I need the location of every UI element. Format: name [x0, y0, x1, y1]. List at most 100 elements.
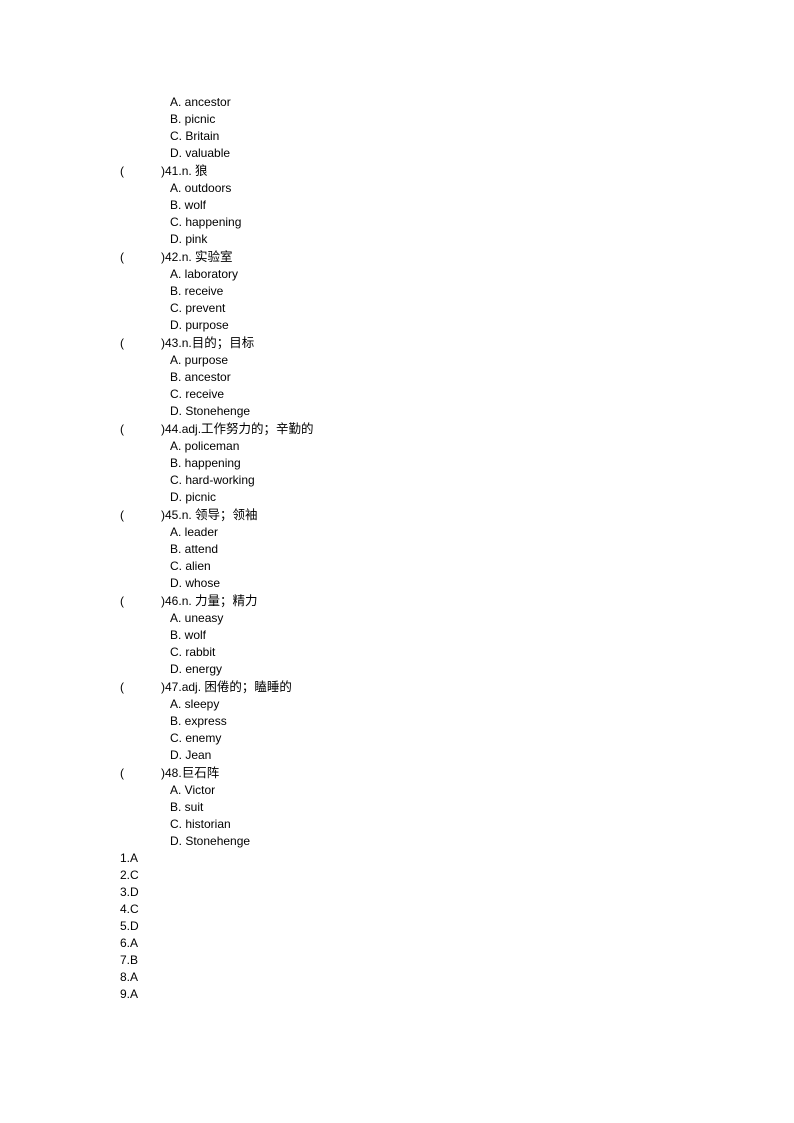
- prompt-chinese: 工作努力的；辛勤的: [201, 421, 314, 436]
- option-item[interactable]: B. ancestor: [0, 369, 794, 386]
- answer-key-item: 2.C: [120, 868, 139, 882]
- answer-blank[interactable]: (: [120, 765, 161, 782]
- part-of-speech: n.: [181, 594, 196, 608]
- option-item[interactable]: A. sleepy: [0, 696, 794, 713]
- question-block: ()41.n. 狼 A. outdoors B. wolf C. happening D…: [0, 162, 794, 248]
- answer-blank[interactable]: (: [120, 421, 161, 438]
- question-block: ()45.n. 领导；领袖 A. leader B. attend C. alien D…: [0, 506, 794, 592]
- prompt-chinese: 目的；目标: [191, 335, 255, 350]
- prompt-chinese: 力量；精力: [195, 593, 258, 608]
- answer-blank[interactable]: (: [120, 679, 161, 696]
- answer-key-item: 6.A: [120, 936, 139, 950]
- option-item[interactable]: B. receive: [0, 283, 794, 300]
- option-item[interactable]: A. outdoors: [0, 180, 794, 197]
- option-item[interactable]: C. hard-working: [0, 472, 794, 489]
- option-item[interactable]: D. valuable: [0, 145, 794, 162]
- answer-key-item: 8.A: [120, 970, 139, 984]
- option-item[interactable]: B. suit: [0, 799, 794, 816]
- prompt-chinese: 巨石阵: [181, 765, 220, 780]
- option-item[interactable]: D. pink: [0, 231, 794, 248]
- question-stem[interactable]: ()41.n. 狼: [0, 162, 794, 180]
- answer-key-item: 9.A: [120, 987, 139, 1001]
- answer-key-item: 7.B: [120, 953, 139, 967]
- option-item[interactable]: B. picnic: [0, 111, 794, 128]
- question-block: ()42.n. 实验室 A. laboratory B. receive C. pre…: [0, 248, 794, 334]
- question-stem[interactable]: ()44.adj.工作努力的；辛勤的: [0, 420, 794, 438]
- option-item[interactable]: A. laboratory: [0, 266, 794, 283]
- question-list: ()41.n. 狼 A. outdoors B. wolf C. happening D…: [0, 162, 794, 850]
- prompt-chinese: 狼: [195, 163, 208, 178]
- option-list: A. uneasy B. wolf C. rabbit D. energy: [0, 610, 794, 678]
- answer-blank[interactable]: (: [120, 593, 161, 610]
- option-item[interactable]: C. Britain: [0, 128, 794, 145]
- part-of-speech: n.: [181, 336, 192, 350]
- option-item[interactable]: D. Stonehenge: [0, 403, 794, 420]
- option-item[interactable]: A. Victor: [0, 782, 794, 799]
- part-of-speech: adj.: [181, 680, 205, 694]
- option-item[interactable]: A. leader: [0, 524, 794, 541]
- question-number: 46.: [165, 594, 182, 608]
- option-item[interactable]: C. prevent: [0, 300, 794, 317]
- option-list: A. outdoors B. wolf C. happening D. pink: [0, 180, 794, 248]
- question-stem[interactable]: ()46.n. 力量；精力: [0, 592, 794, 610]
- answer-blank[interactable]: (: [120, 507, 161, 524]
- option-item[interactable]: D. whose: [0, 575, 794, 592]
- prompt-chinese: 领导；领袖: [195, 507, 258, 522]
- question-stem[interactable]: ()48.巨石阵: [0, 764, 794, 782]
- question-block: ()43.n.目的；目标 A. purpose B. ancestor C. rece…: [0, 334, 794, 420]
- option-item[interactable]: B. wolf: [0, 627, 794, 644]
- question-block: ()44.adj.工作努力的；辛勤的 A. policeman B. happeni…: [0, 420, 794, 506]
- option-item[interactable]: C. enemy: [0, 730, 794, 747]
- option-item[interactable]: C. happening: [0, 214, 794, 231]
- question-number: 48.: [165, 766, 182, 780]
- prompt-chinese: 实验室: [195, 249, 233, 264]
- option-list: A. leader B. attend C. alien D. whose: [0, 524, 794, 592]
- question-number: 41.: [165, 164, 182, 178]
- question-block: ()46.n. 力量；精力 A. uneasy B. wolf C. rabbit D.…: [0, 592, 794, 678]
- answer-blank[interactable]: (: [120, 335, 161, 352]
- worksheet-page: A. ancestor B. picnic C. Britain D. valuabl…: [0, 0, 794, 1123]
- answer-key-item: 3.D: [120, 885, 139, 899]
- part-of-speech: n.: [181, 164, 196, 178]
- option-item[interactable]: D. Jean: [0, 747, 794, 764]
- option-item[interactable]: B. wolf: [0, 197, 794, 214]
- question-number: 43.: [165, 336, 182, 350]
- answer-key-item: 4.C: [120, 902, 139, 916]
- option-list: A. purpose B. ancestor C. receive D. Stoneh…: [0, 352, 794, 420]
- answer-key-list: 1.A 2.C 3.D 4.C 5.D 6.A 7.B 8.A 9.A: [0, 850, 794, 1003]
- answer-key-item: 1.A: [120, 851, 139, 865]
- option-item[interactable]: B. happening: [0, 455, 794, 472]
- option-item[interactable]: A. ancestor: [0, 94, 794, 111]
- question-stem[interactable]: ()42.n. 实验室: [0, 248, 794, 266]
- option-item[interactable]: D. energy: [0, 661, 794, 678]
- question-stem[interactable]: ()43.n.目的；目标: [0, 334, 794, 352]
- question-block: ()47.adj. 困倦的；瞌睡的 A. sleepy B. express C. e…: [0, 678, 794, 764]
- leading-option-list: A. ancestor B. picnic C. Britain D. valuabl…: [0, 94, 794, 162]
- option-item[interactable]: D. purpose: [0, 317, 794, 334]
- option-list: A. policeman B. happening C. hard-working D…: [0, 438, 794, 506]
- part-of-speech: n.: [181, 250, 196, 264]
- option-item[interactable]: A. policeman: [0, 438, 794, 455]
- option-item[interactable]: C. receive: [0, 386, 794, 403]
- answer-blank[interactable]: (: [120, 249, 161, 266]
- answer-blank[interactable]: (: [120, 163, 161, 180]
- option-item[interactable]: B. express: [0, 713, 794, 730]
- prompt-chinese: 困倦的；瞌睡的: [204, 679, 292, 694]
- option-item[interactable]: A. purpose: [0, 352, 794, 369]
- answer-key-item: 5.D: [120, 919, 139, 933]
- question-block: ()48.巨石阵 A. Victor B. suit C. historian D. S…: [0, 764, 794, 850]
- option-list: A. Victor B. suit C. historian D. Stoneheng…: [0, 782, 794, 850]
- option-item[interactable]: B. attend: [0, 541, 794, 558]
- option-item[interactable]: A. uneasy: [0, 610, 794, 627]
- question-stem[interactable]: ()47.adj. 困倦的；瞌睡的: [0, 678, 794, 696]
- option-item[interactable]: D. picnic: [0, 489, 794, 506]
- option-item[interactable]: C. historian: [0, 816, 794, 833]
- option-item[interactable]: C. alien: [0, 558, 794, 575]
- option-item[interactable]: C. rabbit: [0, 644, 794, 661]
- option-list: A. sleepy B. express C. enemy D. Jean: [0, 696, 794, 764]
- question-number: 44.: [165, 422, 182, 436]
- option-list: A. laboratory B. receive C. prevent D. purp…: [0, 266, 794, 334]
- question-stem[interactable]: ()45.n. 领导；领袖: [0, 506, 794, 524]
- option-item[interactable]: D. Stonehenge: [0, 833, 794, 850]
- part-of-speech: adj.: [181, 422, 202, 436]
